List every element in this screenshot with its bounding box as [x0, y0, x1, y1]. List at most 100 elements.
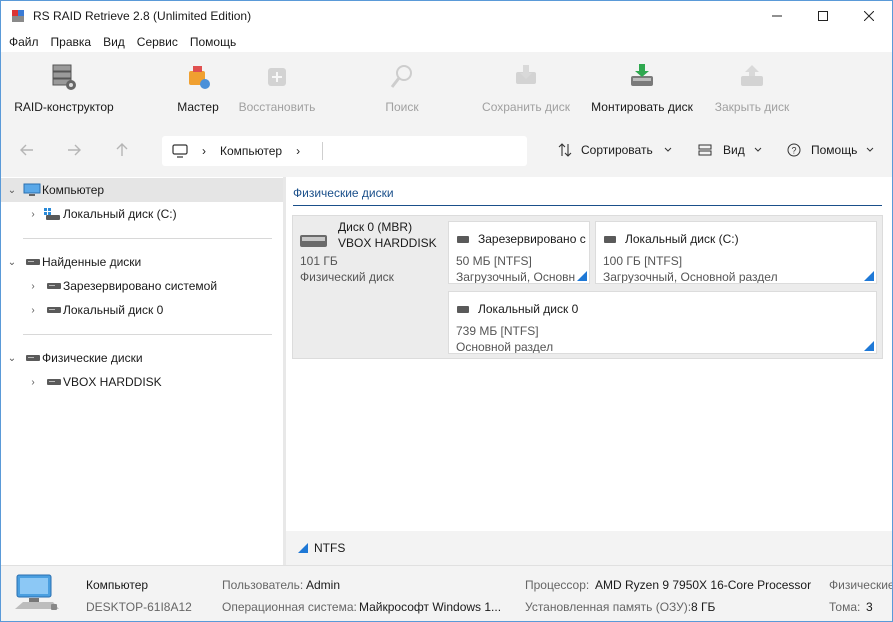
- svg-text:?: ?: [791, 146, 796, 156]
- mount-disk-icon: [627, 62, 657, 92]
- minimize-icon: [772, 15, 782, 17]
- help-button[interactable]: ? Помощь: [787, 143, 875, 157]
- minimize-button[interactable]: [754, 1, 800, 31]
- app-window: RS RAID Retrieve 2.8 (Unlimited Edition)…: [0, 0, 893, 622]
- tree-item-local-0[interactable]: › Локальный диск 0: [1, 298, 283, 322]
- physical-disk-card[interactable]: Диск 0 (MBR) VBOX HARDDISK 101 ГБ Физиче…: [292, 215, 883, 359]
- raid-server-icon: [49, 62, 79, 92]
- disk-icon: [26, 259, 40, 265]
- close-disk-button[interactable]: Закрыть диск: [713, 62, 791, 114]
- sort-label: Сортировать: [581, 143, 653, 157]
- restore-label: Восстановить: [238, 100, 316, 114]
- restore-button[interactable]: Восстановить: [237, 62, 317, 114]
- partition-card-local-c[interactable]: Локальный диск (C:) 100 ГБ [NTFS] Загруз…: [595, 221, 877, 284]
- close-disk-label: Закрыть диск: [714, 100, 790, 114]
- tree-item-label: VBOX HARDDISK: [63, 375, 162, 389]
- search-label: Поиск: [385, 100, 419, 114]
- navigation-bar: › Компьютер › Сортировать Вид ? Помощь: [1, 128, 892, 174]
- tree-item-computer[interactable]: ⌄ Компьютер: [1, 178, 283, 202]
- menu-bar: Файл Правка Вид Сервис Помощь: [1, 31, 892, 52]
- arrow-right-icon: [68, 144, 81, 156]
- back-button[interactable]: [15, 138, 39, 162]
- disk-name: Диск 0 (MBR): [338, 220, 413, 234]
- ntfs-corner-marker: [864, 271, 874, 281]
- partition-size: 50 МБ [NTFS]: [456, 254, 532, 268]
- chevron-down-icon: ⌄: [7, 184, 17, 196]
- ntfs-corner-marker: [577, 271, 587, 281]
- save-disk-icon: [511, 62, 541, 92]
- status-cpu-value: AMD Ryzen 9 7950X 16-Core Processor: [595, 578, 812, 592]
- tree-item-label: Локальный диск 0: [63, 303, 164, 317]
- hard-disk-icon: [300, 235, 327, 247]
- partition-type: Загрузочный, Основной раздел: [603, 270, 778, 284]
- forward-button[interactable]: [62, 138, 86, 162]
- mount-disk-button[interactable]: Монтировать диск: [589, 62, 695, 114]
- up-button[interactable]: [110, 138, 134, 162]
- ntfs-corner-marker: [864, 341, 874, 351]
- tree-item-found-disks[interactable]: ⌄ Найденные диски: [1, 250, 283, 274]
- status-user-value: Admin: [306, 578, 341, 592]
- arrow-up-icon: [116, 143, 128, 156]
- close-icon: [864, 11, 874, 21]
- view-list-icon: [698, 144, 712, 156]
- sort-icon: [558, 143, 572, 157]
- save-disk-button[interactable]: Сохранить диск: [479, 62, 573, 114]
- restore-icon: [262, 62, 292, 92]
- status-computer-label: Компьютер: [86, 578, 149, 592]
- status-os-label: Операционная система:: [222, 600, 357, 614]
- menu-service[interactable]: Сервис: [131, 35, 184, 49]
- partition-card-reserved[interactable]: Зарезервировано с 50 МБ [NTFS] Загрузочн…: [448, 221, 590, 284]
- wizard-label: Мастер: [177, 100, 219, 114]
- chevron-down-icon: [867, 147, 874, 152]
- partition-disk-icon: [604, 236, 616, 243]
- breadcrumb-computer[interactable]: Компьютер: [220, 144, 282, 158]
- partition-type: Основной раздел: [456, 340, 554, 354]
- chevron-right-icon: ›: [31, 208, 35, 220]
- menu-file[interactable]: Файл: [3, 35, 45, 49]
- status-ram-label: Установленная память (ОЗУ):: [525, 600, 692, 614]
- chevron-right-icon: ›: [202, 144, 206, 158]
- raid-constructor-button[interactable]: RAID-конструктор: [13, 62, 115, 114]
- search-icon: [387, 62, 417, 92]
- address-bar[interactable]: › Компьютер ›: [162, 136, 527, 166]
- menu-edit[interactable]: Правка: [45, 35, 98, 49]
- help-circle-icon: ?: [787, 143, 801, 157]
- partition-size: 100 ГБ [NTFS]: [603, 254, 683, 268]
- chevron-down-icon: ⌄: [7, 256, 17, 268]
- computer-icon: [15, 574, 59, 610]
- tree-item-local-c[interactable]: › Локальный диск (C:): [1, 202, 283, 226]
- window-title: RS RAID Retrieve 2.8 (Unlimited Edition): [33, 9, 252, 23]
- tree-item-vbox[interactable]: › VBOX HARDDISK: [1, 370, 283, 394]
- filesystem-legend: NTFS: [286, 533, 892, 563]
- tree-item-reserved[interactable]: › Зарезервировано системой: [1, 274, 283, 298]
- disk-type: Физический диск: [300, 270, 394, 284]
- close-disk-icon: [737, 62, 767, 92]
- tree-item-physical-disks[interactable]: ⌄ Физические диски: [1, 346, 283, 370]
- status-volumes-label: Тома:: [829, 600, 861, 614]
- computer-icon: [23, 183, 41, 196]
- chevron-down-icon: [754, 147, 762, 152]
- partition-name: Локальный диск 0: [478, 302, 579, 316]
- search-button[interactable]: Поиск: [377, 62, 427, 114]
- maximize-button[interactable]: [800, 1, 846, 31]
- status-user-label: Пользователь:: [222, 578, 304, 592]
- close-button[interactable]: [846, 1, 892, 31]
- sort-button[interactable]: Сортировать: [558, 143, 673, 157]
- chevron-right-icon: ›: [31, 376, 35, 388]
- chevron-right-icon: ›: [31, 280, 35, 292]
- raid-constructor-label: RAID-конструктор: [14, 100, 114, 114]
- status-volumes-value: 3: [866, 600, 873, 614]
- app-logo-icon: [11, 9, 25, 23]
- status-ram-value: 8 ГБ: [691, 600, 716, 614]
- view-button[interactable]: Вид: [698, 143, 763, 157]
- partition-card-local-0[interactable]: Локальный диск 0 739 МБ [NTFS] Основной …: [448, 291, 877, 354]
- status-os-value: Майкрософт Windows 1...: [359, 600, 502, 614]
- tree-item-label: Найденные диски: [42, 255, 142, 269]
- chevron-right-icon: ›: [296, 144, 301, 158]
- menu-help[interactable]: Помощь: [184, 35, 242, 49]
- section-divider: [293, 205, 882, 206]
- wizard-button[interactable]: Мастер: [171, 62, 225, 114]
- disk-model: VBOX HARDDISK: [338, 236, 437, 250]
- ntfs-legend-icon: [298, 543, 308, 553]
- menu-view[interactable]: Вид: [97, 35, 131, 49]
